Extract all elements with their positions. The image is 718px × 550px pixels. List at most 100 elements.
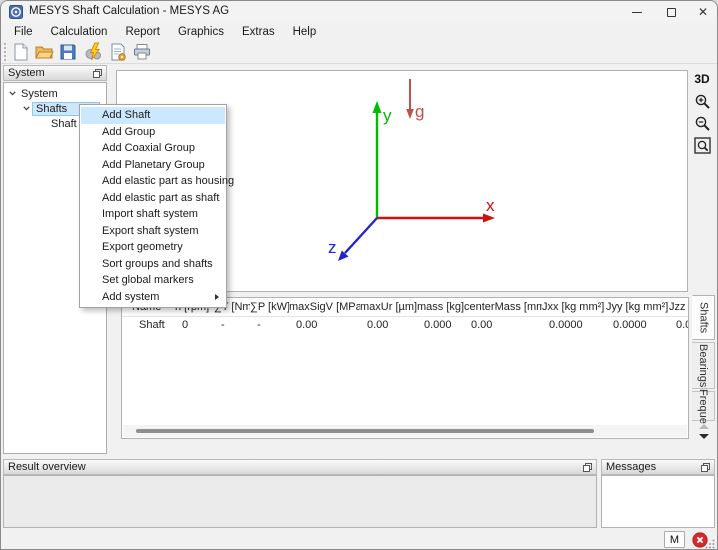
zoom-in-button[interactable] [691, 91, 713, 111]
calculate-icon [84, 42, 104, 62]
y-axis-label: y [383, 106, 392, 125]
print-button[interactable] [131, 41, 153, 63]
context-menu: Add Shaft Add Group Add Coaxial Group Ad… [79, 104, 227, 308]
tree-item-system[interactable]: System [4, 86, 106, 101]
menu-file[interactable]: File [5, 24, 42, 40]
menu-item-add-group[interactable]: Add Group [81, 124, 225, 141]
close-icon: ✕ [698, 6, 708, 18]
menu-report[interactable]: Report [116, 24, 169, 40]
tab-scroll-up-button[interactable] [695, 422, 712, 431]
chevron-down-icon[interactable] [6, 91, 18, 96]
open-file-icon [34, 42, 54, 62]
close-button[interactable]: ✕ [688, 1, 718, 23]
zoom-in-icon [694, 93, 711, 110]
messages-panel-title: Messages [606, 461, 656, 473]
new-document-icon [10, 42, 30, 62]
tab-shafts[interactable]: Shafts [692, 295, 715, 340]
menu-item-sort-groups-shafts[interactable]: Sort groups and shafts [81, 256, 225, 273]
cell-torque[interactable]: - [214, 319, 250, 331]
result-panel-header: Result overview [3, 459, 597, 475]
menu-item-add-elastic-housing[interactable]: Add elastic part as housing [81, 173, 225, 190]
menu-item-label: Add system [102, 291, 159, 303]
tab-frequencies[interactable]: Freque [692, 391, 715, 421]
float-panel-icon[interactable] [92, 68, 103, 79]
window-title: MESYS Shaft Calculation - MESYS AG [29, 5, 229, 17]
column-header[interactable]: Jzz [kg mm²] [669, 301, 689, 313]
arrow-up-icon [699, 424, 709, 429]
view-3d-label: 3D [694, 72, 709, 86]
menu-extras[interactable]: Extras [233, 24, 284, 40]
column-header[interactable]: maxSigV [MPa] [289, 301, 360, 313]
new-document-button[interactable] [9, 41, 31, 63]
cell-mass[interactable]: 0.000 [417, 319, 464, 331]
zoom-fit-button[interactable] [691, 135, 713, 155]
open-file-button[interactable] [33, 41, 55, 63]
menu-item-import-shaft-system[interactable]: Import shaft system [81, 206, 225, 223]
result-overview-content [3, 475, 597, 528]
system-panel-title: System [8, 67, 45, 79]
column-header[interactable]: Jxx [kg mm²] [542, 301, 606, 313]
z-axis-label: z [328, 238, 337, 257]
gravity-label: g [415, 102, 424, 121]
cell-power[interactable]: - [250, 319, 289, 331]
cell-name[interactable]: Shaft [132, 319, 175, 331]
submenu-arrow-icon [215, 294, 219, 300]
tab-scroll-down-button[interactable] [695, 432, 712, 441]
cell-jyy[interactable]: 0.0000 [606, 319, 669, 331]
result-panel-title: Result overview [8, 461, 86, 473]
menu-item-add-system[interactable]: Add system [81, 289, 225, 306]
app-window: MESYS Shaft Calculation - MESYS AG ✕ Fil… [0, 0, 718, 550]
menu-item-export-shaft-system[interactable]: Export shaft system [81, 223, 225, 240]
zoom-fit-icon [694, 137, 711, 154]
maximize-button[interactable] [656, 1, 686, 23]
column-header[interactable]: ∑P [kW] [250, 301, 289, 313]
menu-calculation[interactable]: Calculation [42, 24, 117, 40]
report-options-button[interactable] [107, 41, 129, 63]
save-file-icon [58, 42, 78, 62]
menu-graphics[interactable]: Graphics [169, 24, 233, 40]
cell-maxur[interactable]: 0.00 [360, 319, 417, 331]
menu-item-add-shaft[interactable]: Add Shaft [81, 107, 225, 124]
view-3d-button[interactable]: 3D [691, 69, 713, 89]
zoom-out-icon [694, 115, 711, 132]
x-axis-label: x [486, 196, 495, 215]
cell-jxx[interactable]: 0.0000 [542, 319, 606, 331]
tree-item-label[interactable]: Shaft [48, 118, 80, 130]
tab-bearings[interactable]: Bearings [692, 342, 715, 389]
cell-jzz[interactable]: 0.000 [669, 319, 689, 331]
calculate-button[interactable] [83, 41, 105, 63]
mode-button[interactable]: M [664, 531, 685, 548]
print-icon [132, 42, 152, 62]
title-bar: MESYS Shaft Calculation - MESYS AG ✕ [1, 1, 717, 23]
column-header[interactable]: Jyy [kg mm²] [606, 301, 669, 313]
app-icon [9, 5, 23, 19]
messages-panel-header: Messages [601, 459, 715, 475]
column-header[interactable]: centerMass [mm] [464, 301, 542, 313]
save-file-button[interactable] [57, 41, 79, 63]
column-header[interactable]: mass [kg] [417, 301, 464, 313]
menu-item-add-elastic-shaft[interactable]: Add elastic part as shaft [81, 190, 225, 207]
report-options-icon [108, 42, 128, 62]
menu-item-set-global-markers[interactable]: Set global markers [81, 272, 225, 289]
column-header[interactable]: maxUr [µm] [360, 301, 417, 313]
cell-maxsigv[interactable]: 0.00 [289, 319, 360, 331]
resize-grip[interactable] [705, 539, 715, 549]
menu-item-export-geometry[interactable]: Export geometry [81, 239, 225, 256]
table-row[interactable]: Shaft 0 - - 0.00 0.00 0.000 0.00 0.0000 … [122, 317, 688, 333]
shaft-table: Name n [rpm] ∑T [Nm] ∑P [kW] maxSigV [MP… [121, 297, 689, 439]
float-panel-icon[interactable] [700, 462, 711, 473]
scrollbar-thumb[interactable] [136, 429, 594, 433]
chevron-down-icon[interactable] [20, 106, 32, 111]
menu-item-add-planetary-group[interactable]: Add Planetary Group [81, 157, 225, 174]
zoom-out-button[interactable] [691, 113, 713, 133]
minimize-button[interactable] [622, 1, 652, 23]
menu-help[interactable]: Help [284, 24, 326, 40]
menu-item-add-coaxial-group[interactable]: Add Coaxial Group [81, 140, 225, 157]
system-panel-header: System [3, 65, 107, 81]
horizontal-scrollbar[interactable] [123, 425, 687, 437]
cell-n[interactable]: 0 [175, 319, 214, 331]
toolbar-handle[interactable] [4, 43, 7, 61]
tree-item-label[interactable]: System [18, 88, 61, 100]
float-panel-icon[interactable] [582, 462, 593, 473]
cell-centermass[interactable]: 0.00 [464, 319, 542, 331]
